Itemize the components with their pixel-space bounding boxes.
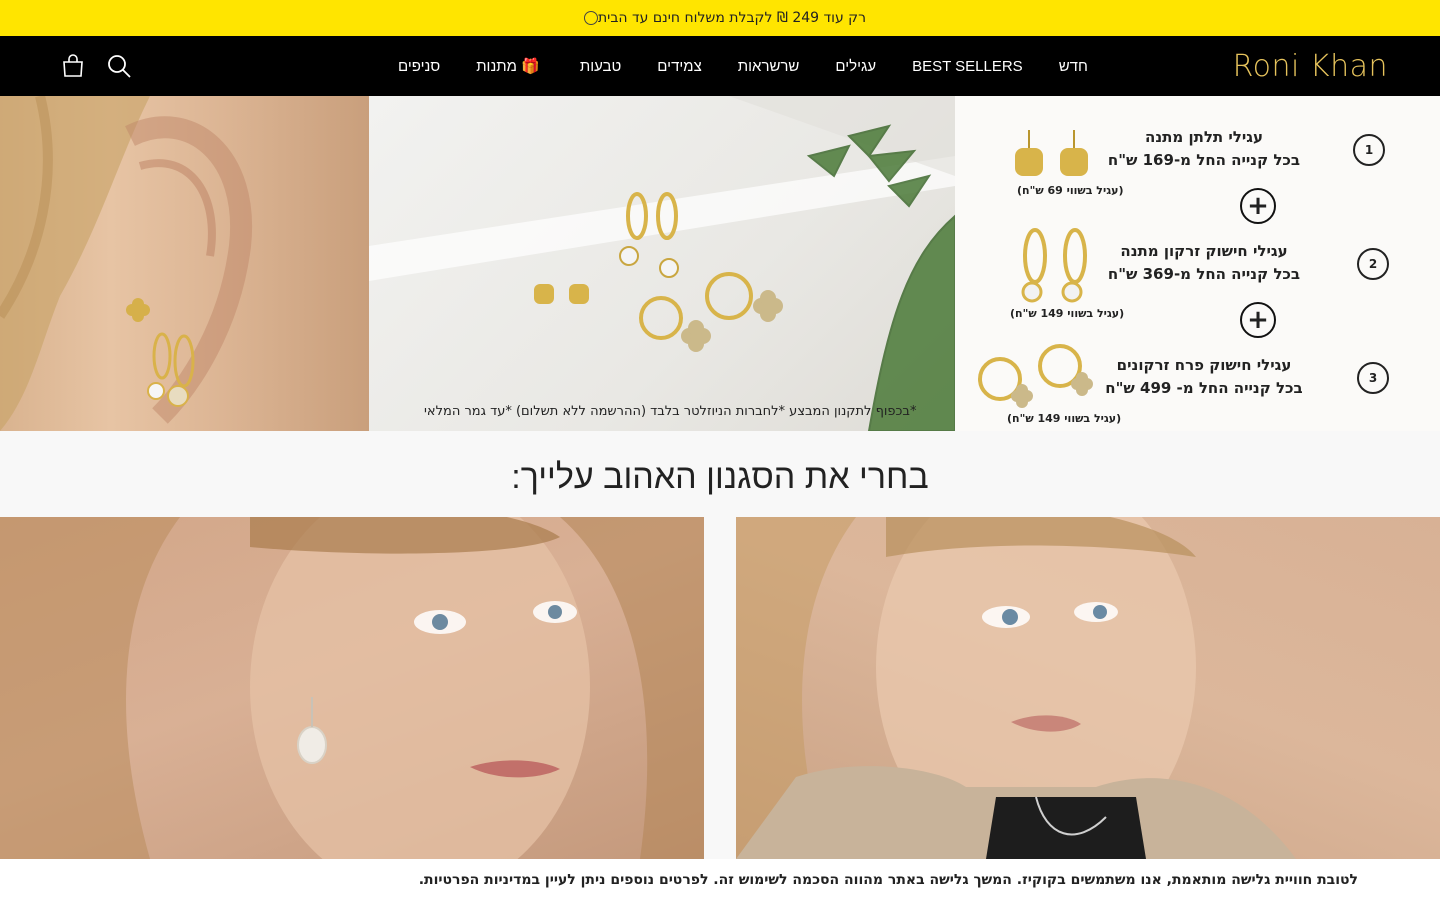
- promo-step-2-line1: עגילי חישוק זרקון מתנה: [1120, 242, 1288, 260]
- main-nav: חדש BEST SELLERS עגילים שרשראות צמידים ט…: [398, 36, 1088, 96]
- model-portrait-image: [736, 517, 1296, 859]
- nav-item-best-sellers[interactable]: BEST SELLERS: [912, 58, 1023, 75]
- promo-step-2-title: עגילי חישוק זרקון מתנה בכל קנייה החל מ-3…: [1084, 240, 1324, 286]
- cookie-notice-text: לטובת חוויית גלישה מותאמת, אנו משתמשים ב…: [418, 871, 1358, 888]
- flower-hoop-earrings-icon: [978, 344, 1093, 408]
- plus-icon: +: [1240, 302, 1276, 338]
- announcement-text: רק עוד 249 ₪ לקבלת משלוח חינם עד הבית: [597, 10, 867, 26]
- model-portrait-image: [0, 517, 704, 859]
- logo[interactable]: Roni Khan: [1233, 46, 1388, 86]
- promo-step-3-line1: עגילי חישוק פרח זרקונים: [1116, 356, 1292, 374]
- nav-item-gifts[interactable]: מתנות 🎁: [476, 57, 544, 75]
- promo-step-3-line2: בכל קנייה החל מ- 499 ש"ח: [1105, 379, 1303, 397]
- nav-item-rings[interactable]: טבעות: [580, 58, 621, 75]
- hoop-zircon-earrings-icon: [1021, 228, 1087, 303]
- hero-banner[interactable]: *בכפוף לתקנון המבצע *לחברות הניוזלטר בלב…: [0, 96, 1440, 431]
- promo-step-1-value: (עגיל בשווי 69 ש"ח): [1017, 184, 1124, 197]
- cookie-notice: לטובת חוויית גלישה מותאמת, אנו משתמשים ב…: [0, 859, 1440, 900]
- shopping-bag-icon[interactable]: [62, 54, 86, 78]
- style-tile-right[interactable]: [736, 517, 1440, 859]
- clover-earrings-icon: [1015, 130, 1088, 176]
- progress-circle-icon: [583, 11, 598, 25]
- style-tile-left[interactable]: [0, 517, 704, 859]
- promo-step-3-title: עגילי חישוק פרח זרקונים בכל קנייה החל מ-…: [1084, 354, 1324, 400]
- promo-step-1-line2: בכל קנייה החל מ-169 ש"ח: [1107, 151, 1301, 169]
- promo-step-1-number: 1: [1353, 134, 1385, 166]
- promo-step-1-line1: עגילי תלתן מתנה: [1145, 128, 1263, 146]
- section-title: בחרי את הסגנון האהוב עלייך:: [511, 458, 929, 496]
- site-header: Roni Khan חדש BEST SELLERS עגילים שרשראו…: [0, 36, 1440, 96]
- nav-item-bracelets[interactable]: צמידים: [657, 58, 701, 75]
- plus-icon: +: [1240, 188, 1276, 224]
- logo-text: Roni Khan: [1232, 48, 1388, 84]
- promo-step-2-number: 2: [1357, 248, 1389, 280]
- nav-item-necklaces[interactable]: שרשראות: [738, 58, 800, 75]
- nav-item-gifts-label: מתנות: [476, 58, 517, 75]
- promo-step-3-number: 3: [1357, 362, 1389, 394]
- announcement-bar: רק עוד 249 ₪ לקבלת משלוח חינם עד הבית: [0, 0, 1440, 36]
- nav-item-branches[interactable]: סניפים: [398, 58, 440, 75]
- promo-terms-caption: *בכפוף לתקנון המבצע *לחברות הניוזלטר בלב…: [424, 404, 917, 419]
- ear-model-image: [0, 96, 369, 431]
- nav-item-earrings[interactable]: עגילים: [835, 58, 876, 75]
- nav-item-new[interactable]: חדש: [1059, 58, 1088, 75]
- gift-icon: 🎁: [521, 58, 540, 75]
- promo-step-1-title: עגילי תלתן מתנה בכל קנייה החל מ-169 ש"ח: [1084, 126, 1324, 172]
- promo-step-2-value: (עגיל בשווי 149 ש"ח): [1010, 307, 1125, 320]
- promo-step-2-line2: בכל קנייה החל מ-369 ש"ח: [1107, 265, 1301, 283]
- jewelry-product-photo: *בכפוף לתקנון המבצע *לחברות הניוזלטר בלב…: [369, 96, 955, 431]
- promo-steps-panel: עגילי תלתן מתנה בכל קנייה החל מ-169 ש"ח …: [955, 96, 1440, 431]
- search-icon[interactable]: [107, 54, 131, 78]
